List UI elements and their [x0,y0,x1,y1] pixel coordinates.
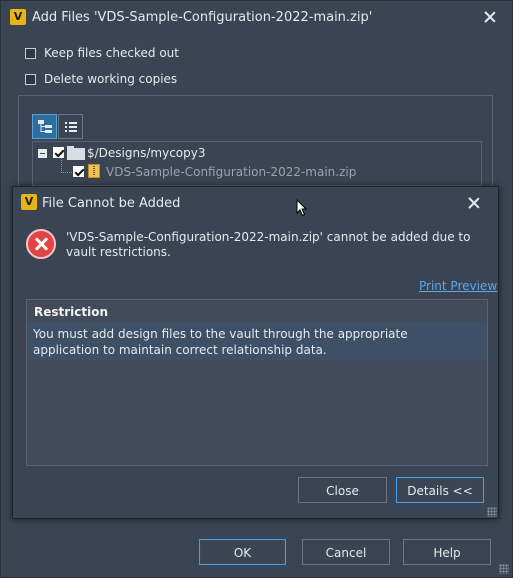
outer-window-title: Add Files 'VDS-Sample-Configuration-2022… [32,10,373,25]
tree-connector [61,158,72,173]
outer-title-bar: V Add Files 'VDS-Sample-Configuration-20… [1,1,513,35]
list-view-button[interactable] [58,114,83,139]
dialog-title-bar: V File Cannot be Added [13,187,498,218]
ok-button[interactable]: OK [199,539,286,565]
resize-grip-icon[interactable] [487,507,497,517]
restriction-header: Restriction [27,300,487,323]
expander-icon[interactable] [38,149,47,158]
file-name-label[interactable]: VDS-Sample-Configuration-2022-main.zip [106,165,356,179]
print-preview-link[interactable]: Print Preview [419,279,497,293]
folder-tree: $/Designs/mycopy3 VDS-Sample-Configurati… [32,141,482,186]
folder-checkbox[interactable] [53,147,64,158]
keep-checked-out-label: Keep files checked out [44,46,179,60]
app-logo-icon: V [21,194,37,210]
dialog-title: File Cannot be Added [42,196,181,211]
restriction-table: Restriction You must add design files to… [26,299,488,466]
restriction-header-label: Restriction [34,305,109,319]
delete-working-copies-label: Delete working copies [44,72,178,86]
mouse-cursor-icon [296,199,308,217]
delete-working-copies-option[interactable]: Delete working copies [25,72,205,88]
help-button[interactable]: Help [403,539,491,565]
error-message: 'VDS-Sample-Configuration-2022-main.zip'… [66,230,471,259]
keep-checked-out-checkbox[interactable] [25,48,36,59]
file-checkbox[interactable] [73,166,84,177]
zip-file-icon [88,164,100,178]
error-icon [26,229,56,259]
table-row[interactable]: You must add design files to the vault t… [27,322,487,360]
tree-view-icon [38,120,52,133]
tree-view-button[interactable] [32,114,57,139]
cancel-button[interactable]: Cancel [302,539,390,565]
folder-path-label[interactable]: $/Designs/mycopy3 [87,146,206,160]
close-icon[interactable] [482,9,498,25]
resize-grip-icon[interactable] [499,564,509,574]
list-view-icon [65,122,77,132]
close-button[interactable]: Close [298,477,387,503]
close-icon[interactable] [466,195,482,211]
delete-working-copies-checkbox[interactable] [25,74,36,85]
file-cannot-be-added-dialog: V File Cannot be Added 'VDS-Sample-Confi… [12,186,499,519]
keep-checked-out-option[interactable]: Keep files checked out [25,46,205,62]
restriction-text: You must add design files to the vault t… [33,327,408,357]
app-logo-icon: V [10,9,26,25]
details-button[interactable]: Details << [396,477,484,503]
